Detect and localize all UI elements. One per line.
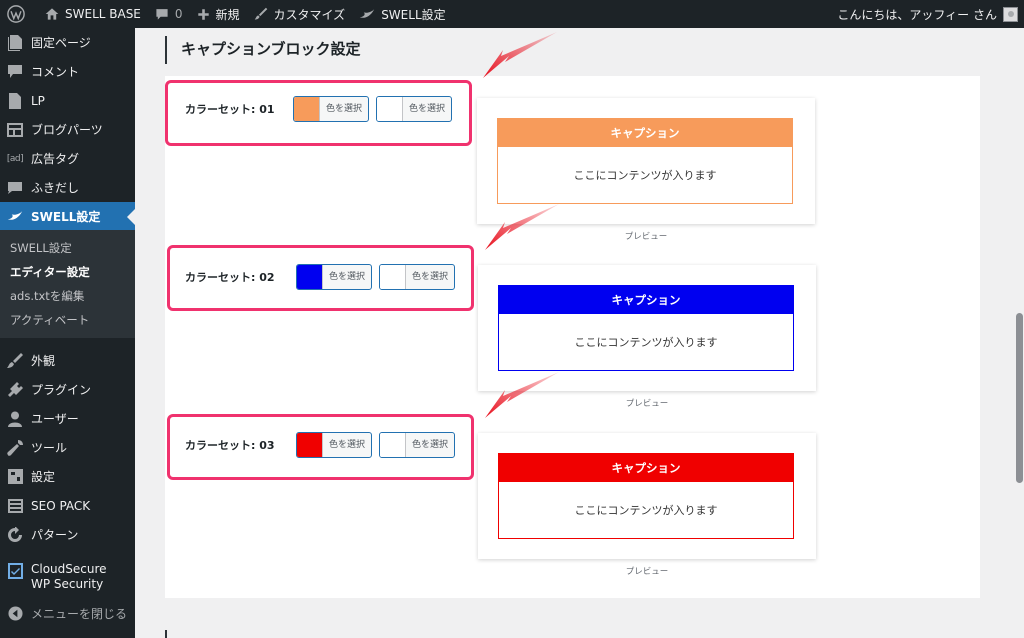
caption-title: キャプション	[498, 119, 792, 147]
collapse-menu-button[interactable]: メニューを閉じる	[0, 599, 135, 628]
shield-icon	[7, 563, 23, 579]
sidebar-item-label: 設定	[31, 470, 56, 484]
main-content: キャプションブロック設定 カラーセット: 01 色を選択 色を選択 カラーセット…	[135, 28, 1024, 638]
sidebar-item-patterns[interactable]: パターン	[0, 520, 135, 549]
plugin-icon	[7, 381, 23, 398]
caption-title: キャプション	[499, 454, 793, 482]
sidebar-item-label: プラグイン	[31, 383, 92, 397]
sidebar-item-pages[interactable]: 固定ページ	[0, 28, 135, 57]
comments-link[interactable]: 0	[148, 0, 190, 28]
sidebar-item-appearance[interactable]: 外観	[0, 346, 135, 375]
comment-icon	[156, 9, 168, 20]
sidebar-item-label: メニューを閉じる	[31, 607, 128, 621]
site-name: SWELL BASE	[65, 7, 141, 21]
sidebar-item-label: 広告タグ	[31, 152, 80, 166]
swell-settings-link[interactable]: SWELL設定	[352, 0, 452, 28]
sidebar-item-label: ふきだし	[31, 181, 80, 195]
sidebar-item-settings[interactable]: 設定	[0, 462, 135, 491]
caption-block: キャプション ここにコンテンツが入ります	[498, 285, 794, 371]
sidebar-item-blog-parts[interactable]: ブログパーツ	[0, 115, 135, 144]
admin-sidebar: 固定ページ コメント LP ブログパーツ [ad] 広告タグ ふきだし SWEL…	[0, 28, 135, 638]
collapse-icon	[7, 606, 23, 622]
sidebar-item-lp[interactable]: LP	[0, 86, 135, 115]
sidebar-item-ad-tag[interactable]: [ad] 広告タグ	[0, 144, 135, 173]
swell-submenu: SWELL設定 エディター設定 ads.txtを編集 アクティベート	[0, 230, 135, 338]
highlight-frame	[165, 80, 472, 146]
preview-card-03: キャプション ここにコンテンツが入ります	[478, 433, 816, 559]
home-icon	[45, 8, 59, 20]
swell-icon	[7, 208, 23, 224]
preview-label: プレビュー	[625, 567, 669, 577]
comment-icon	[7, 64, 23, 80]
sidebar-item-balloon[interactable]: ふきだし	[0, 173, 135, 202]
plus-icon	[197, 8, 209, 20]
caption-content: ここにコンテンツが入ります	[574, 336, 718, 349]
scroll-thumb[interactable]	[1016, 313, 1023, 483]
submenu-swell-settings[interactable]: SWELL設定	[0, 236, 135, 260]
caption-block: キャプション ここにコンテンツが入ります	[498, 453, 794, 539]
next-section-marker	[165, 630, 167, 638]
avatar	[1003, 6, 1018, 22]
sidebar-item-plugins[interactable]: プラグイン	[0, 375, 135, 404]
section-title: キャプションブロック設定	[165, 36, 361, 64]
submenu-editor-settings[interactable]: エディター設定	[0, 260, 135, 284]
sidebar-item-swell-settings[interactable]: SWELL設定	[0, 202, 135, 230]
balloon-icon	[7, 180, 23, 196]
sidebar-item-users[interactable]: ユーザー	[0, 404, 135, 433]
submenu-activate[interactable]: アクティベート	[0, 308, 135, 332]
tool-icon	[7, 439, 23, 456]
sidebar-item-label: SWELL設定	[31, 209, 101, 224]
seo-icon	[7, 498, 23, 514]
sidebar-item-comments[interactable]: コメント	[0, 57, 135, 86]
sidebar-item-label: SEO PACK	[31, 498, 91, 513]
sidebar-item-label: コメント	[31, 65, 80, 79]
sidebar-item-cloudsecure[interactable]: CloudSecure WP Security	[0, 559, 135, 597]
caption-block: キャプション ここにコンテンツが入ります	[497, 118, 793, 204]
arrow-icon	[485, 372, 559, 418]
customize-link[interactable]: カスタマイズ	[247, 0, 353, 28]
admin-bar: SWELL BASE 0 新規 カスタマイズ SWELL設定 こんにちは、アッフ…	[0, 0, 1024, 28]
pattern-icon	[7, 526, 23, 543]
sidebar-item-label: パターン	[31, 528, 79, 542]
brush-icon	[254, 7, 267, 20]
scrollbar[interactable]	[1014, 28, 1024, 638]
sidebar-item-label: LP	[31, 93, 45, 108]
sidebar-item-label: CloudSecure WP Security	[31, 562, 107, 591]
highlight-frame	[167, 414, 474, 480]
submenu-ads-txt[interactable]: ads.txtを編集	[0, 284, 135, 308]
wordpress-logo-button[interactable]	[0, 0, 38, 28]
caption-content: ここにコンテンツが入ります	[574, 504, 718, 517]
account-menu[interactable]: こんにちは、アッフィー さん	[837, 6, 1024, 23]
swell-settings-label: SWELL設定	[381, 7, 446, 22]
comments-count: 0	[174, 7, 183, 21]
arrow-icon	[485, 204, 559, 250]
page-icon	[7, 34, 23, 51]
swell-icon	[359, 9, 375, 18]
user-icon	[7, 411, 23, 427]
sidebar-item-tools[interactable]: ツール	[0, 433, 135, 462]
blog-parts-icon	[7, 122, 23, 138]
site-name-link[interactable]: SWELL BASE	[38, 0, 148, 28]
wordpress-icon	[7, 5, 25, 23]
sidebar-item-seo-pack[interactable]: SEO PACK	[0, 491, 135, 520]
greeting: こんにちは、アッフィー さん	[837, 7, 997, 22]
lp-icon	[7, 92, 23, 109]
sidebar-item-label: ブログパーツ	[31, 123, 103, 137]
sidebar-item-label: 外観	[31, 354, 56, 368]
ad-icon: [ad]	[6, 153, 24, 164]
new-content-link[interactable]: 新規	[190, 0, 247, 28]
arrow-icon	[483, 32, 557, 78]
new-label: 新規	[215, 7, 240, 22]
appearance-icon	[7, 352, 23, 369]
sidebar-item-label: ツール	[31, 441, 68, 455]
caption-content: ここにコンテンツが入ります	[573, 169, 717, 182]
customize-label: カスタマイズ	[273, 7, 346, 22]
sidebar-item-label: 固定ページ	[31, 36, 91, 50]
highlight-frame	[167, 245, 474, 311]
caption-title: キャプション	[499, 286, 793, 314]
sidebar-item-label: ユーザー	[31, 412, 79, 426]
settings-icon	[7, 469, 23, 485]
